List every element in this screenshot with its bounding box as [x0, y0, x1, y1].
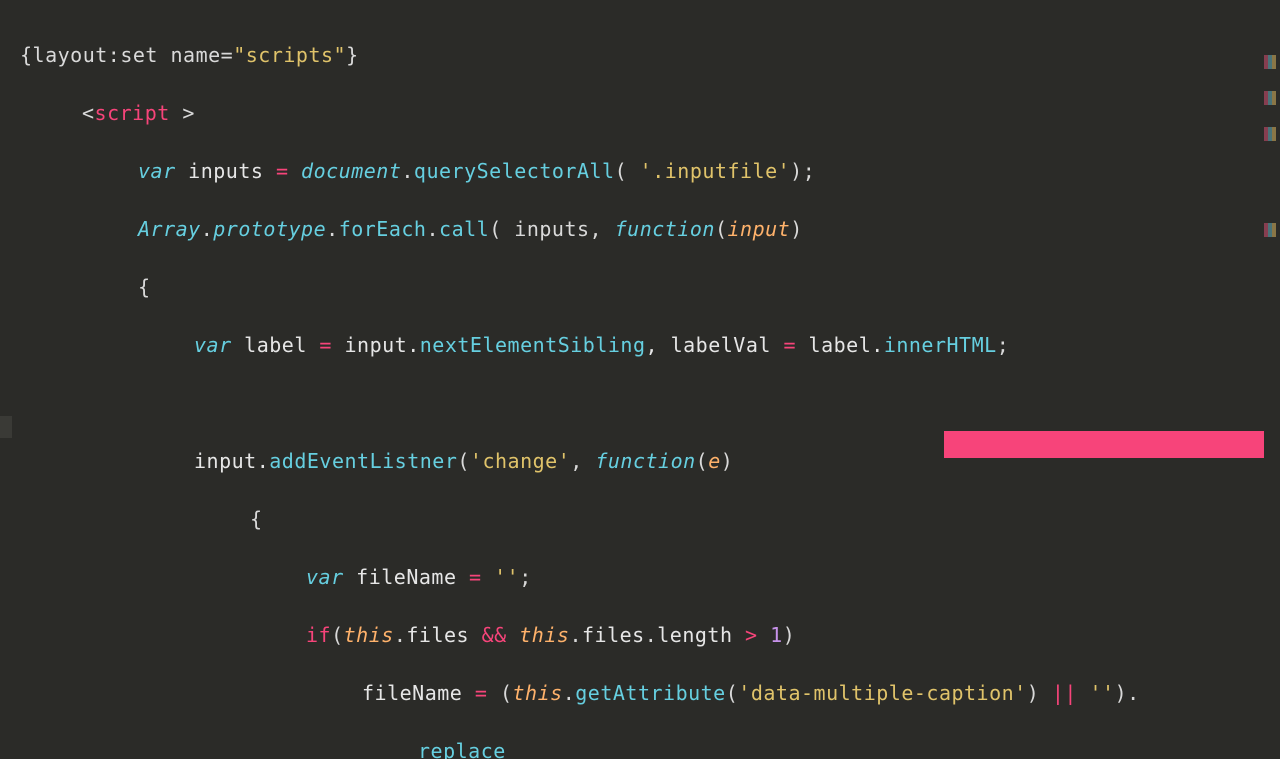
code-line[interactable] [20, 389, 1280, 418]
code-line[interactable]: { [20, 273, 1280, 302]
code-line[interactable]: var fileName = ''; [20, 563, 1280, 592]
code-line[interactable]: Array.prototype.forEach.call( inputs, fu… [20, 215, 1280, 244]
code-line[interactable]: var label = input.nextElementSibling, la… [20, 331, 1280, 360]
code-editor[interactable]: {layout:set name="scripts"} <script > va… [0, 0, 1280, 759]
code-line[interactable]: if(this.files && this.files.length > 1) [20, 621, 1280, 650]
code-line[interactable]: var inputs = document.querySelectorAll( … [20, 157, 1280, 186]
minimap-block [1264, 127, 1278, 141]
text-selection [944, 431, 1264, 458]
minimap[interactable] [1264, 55, 1280, 237]
minimap-block [1264, 223, 1278, 237]
code-line[interactable]: replace [20, 737, 1280, 759]
code-line[interactable]: <script > [20, 99, 1280, 128]
code-line[interactable]: { [20, 505, 1280, 534]
code-line[interactable]: {layout:set name="scripts"} [20, 41, 1280, 70]
minimap-block [1264, 55, 1278, 69]
code-line[interactable]: fileName = (this.getAttribute('data-mult… [20, 679, 1280, 708]
minimap-block [1264, 91, 1278, 105]
